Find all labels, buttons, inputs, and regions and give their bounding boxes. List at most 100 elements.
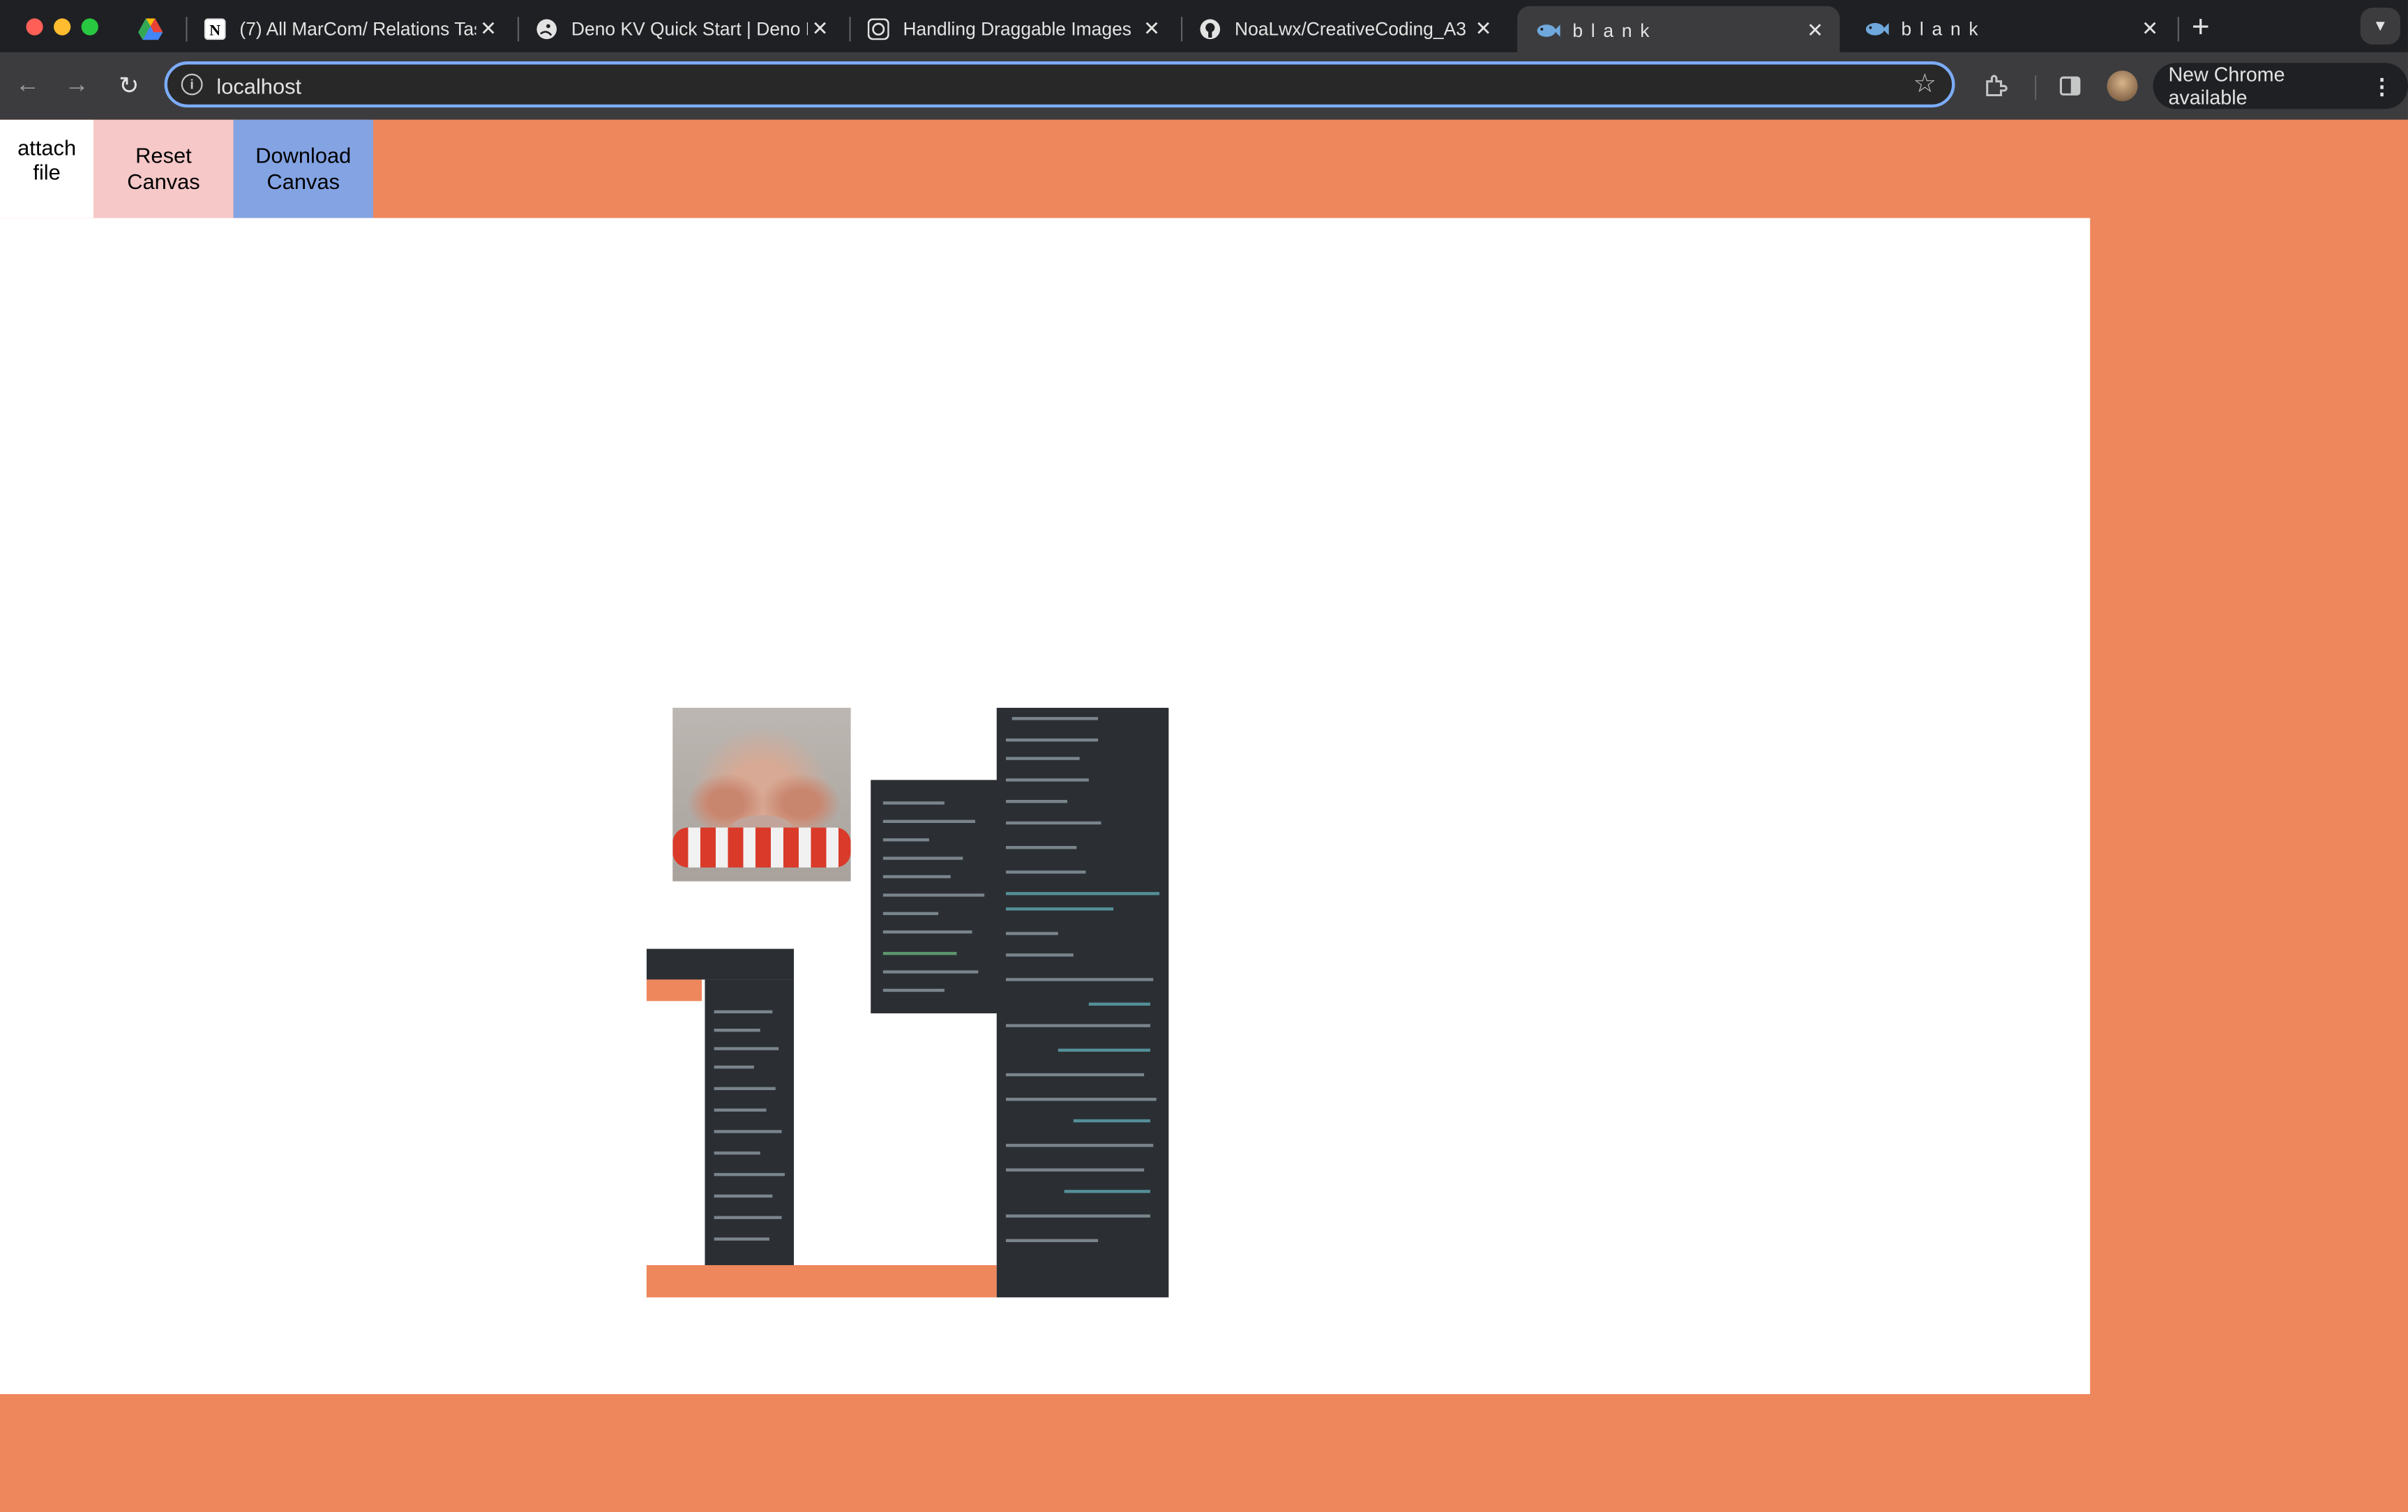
image-detail xyxy=(882,970,979,974)
back-button[interactable]: ← xyxy=(9,68,46,105)
image-detail xyxy=(882,838,929,842)
image-detail xyxy=(646,979,702,1001)
image-detail xyxy=(1058,1048,1150,1052)
github-icon xyxy=(1198,17,1222,41)
forward-button[interactable]: → xyxy=(59,68,96,105)
image-detail xyxy=(1005,738,1099,742)
address-text[interactable]: localhost xyxy=(216,74,301,98)
new-tab-button[interactable]: + xyxy=(2184,10,2218,44)
close-tab-icon[interactable]: ✕ xyxy=(1471,17,1496,41)
extensions-button[interactable] xyxy=(1978,68,2015,105)
tab-title: b l a n k xyxy=(1572,20,1651,42)
tab-blank-active[interactable]: b l a n k ✕ xyxy=(1517,6,1840,56)
image-detail xyxy=(1005,1214,1150,1218)
image-detail xyxy=(714,1029,760,1032)
bookmark-star-icon[interactable]: ☆ xyxy=(1913,69,1937,100)
google-drive-icon xyxy=(138,17,163,41)
image-detail xyxy=(882,875,951,879)
image-detail xyxy=(714,1151,760,1155)
minimize-window-button[interactable] xyxy=(54,18,71,36)
close-tab-icon[interactable]: ✕ xyxy=(1140,17,1164,41)
image-detail xyxy=(714,1047,779,1050)
download-canvas-label: Download Canvas xyxy=(255,142,352,194)
tab-deno[interactable]: Deno KV Quick Start | Deno D ✕ xyxy=(516,6,845,52)
toolbar-divider xyxy=(2034,75,2037,100)
attach-file-label: attach file xyxy=(17,135,77,185)
image-detail xyxy=(714,1237,769,1241)
tab-chatgpt[interactable]: Handling Draggable Images ✕ xyxy=(848,6,1176,52)
tab-notion[interactable]: N (7) All MarCom/ Relations Tas ✕ xyxy=(184,6,513,52)
draggable-image-code-screenshot[interactable] xyxy=(871,780,1000,1013)
notion-icon: N xyxy=(203,17,227,41)
close-window-button[interactable] xyxy=(26,18,43,36)
chevron-down-icon: ▼ xyxy=(2372,17,2388,35)
draggable-image-orange-strip[interactable] xyxy=(646,1265,997,1298)
image-detail xyxy=(1005,1098,1157,1101)
maximize-window-button[interactable] xyxy=(81,18,98,36)
image-detail xyxy=(714,1172,785,1177)
image-detail xyxy=(646,948,795,980)
side-panel-icon xyxy=(2059,76,2081,96)
tab-title: (7) All MarCom/ Relations Tas xyxy=(239,18,476,40)
draggable-image-ide-screenshot[interactable] xyxy=(996,707,1169,1298)
draggable-image-phone-screenshot[interactable] xyxy=(646,948,795,1298)
arrow-left-icon: ← xyxy=(15,72,40,98)
reload-icon: ↻ xyxy=(119,73,140,100)
more-vert-icon[interactable]: ⋮ xyxy=(2371,73,2393,99)
image-detail xyxy=(1005,870,1086,874)
tab-title: Deno KV Quick Start | Deno D xyxy=(571,18,808,40)
attach-file-button[interactable]: attach file xyxy=(0,119,94,218)
image-detail xyxy=(1005,1239,1099,1243)
reset-canvas-button[interactable]: Reset Canvas xyxy=(93,119,234,218)
close-tab-icon[interactable]: ✕ xyxy=(476,17,500,41)
image-detail xyxy=(882,988,945,992)
browser-window: N (7) All MarCom/ Relations Tas ✕ Deno K… xyxy=(0,0,2408,1512)
image-detail xyxy=(882,856,963,860)
image-detail xyxy=(882,930,972,934)
image-detail xyxy=(714,1194,773,1198)
image-detail xyxy=(672,827,851,868)
deno-icon xyxy=(534,17,559,41)
close-tab-icon[interactable]: ✕ xyxy=(808,17,832,41)
tab-separator xyxy=(2177,17,2179,42)
image-detail xyxy=(1011,717,1099,720)
puzzle-icon xyxy=(1986,75,2008,97)
browser-toolbar: ← → ↻ i localhost ☆ New Chrome available… xyxy=(0,52,2408,120)
drawing-canvas[interactable] xyxy=(0,218,2091,1394)
fish-icon xyxy=(1536,18,1560,43)
profile-avatar[interactable] xyxy=(2107,70,2138,102)
image-detail xyxy=(882,893,985,897)
image-detail xyxy=(1005,932,1058,935)
close-tab-icon[interactable]: ✕ xyxy=(1803,18,1828,43)
site-info-icon[interactable]: i xyxy=(181,73,203,96)
image-detail xyxy=(1005,1024,1150,1027)
close-tab-icon[interactable]: ✕ xyxy=(2137,17,2162,41)
side-panel-button[interactable] xyxy=(2052,68,2089,105)
image-detail xyxy=(1005,799,1068,803)
image-detail xyxy=(714,1216,782,1219)
address-bar[interactable]: i localhost ☆ xyxy=(164,61,1955,108)
reload-button[interactable]: ↻ xyxy=(111,68,148,105)
image-detail xyxy=(1005,1144,1154,1147)
tab-blank[interactable]: b l a n k ✕ xyxy=(1846,6,2174,52)
fish-icon xyxy=(1865,17,1889,41)
image-detail xyxy=(1073,1119,1150,1123)
draggable-image-cat-photo[interactable] xyxy=(672,707,851,882)
image-detail xyxy=(1005,953,1074,957)
image-detail xyxy=(882,951,957,955)
image-detail xyxy=(714,1108,767,1112)
chrome-update-button[interactable]: New Chrome available ⋮ xyxy=(2153,63,2408,109)
arrow-right-icon: → xyxy=(64,72,89,98)
tab-strip: N (7) All MarCom/ Relations Tas ✕ Deno K… xyxy=(0,0,2408,56)
image-detail xyxy=(882,819,975,824)
image-detail xyxy=(1088,1002,1150,1006)
tab-github[interactable]: NoaLwx/CreativeCoding_A3 ✕ xyxy=(1180,6,1508,52)
chatgpt-icon xyxy=(866,17,891,41)
tab-title: b l a n k xyxy=(1901,18,1980,40)
tab-google-drive[interactable] xyxy=(120,6,181,52)
page-content: attach file Reset Canvas Download Canvas xyxy=(0,119,2408,1512)
screen: N (7) All MarCom/ Relations Tas ✕ Deno K… xyxy=(0,0,2408,1512)
tab-search-button[interactable]: ▼ xyxy=(2360,8,2400,45)
image-detail xyxy=(1005,1073,1145,1077)
download-canvas-button[interactable]: Download Canvas xyxy=(233,119,373,218)
